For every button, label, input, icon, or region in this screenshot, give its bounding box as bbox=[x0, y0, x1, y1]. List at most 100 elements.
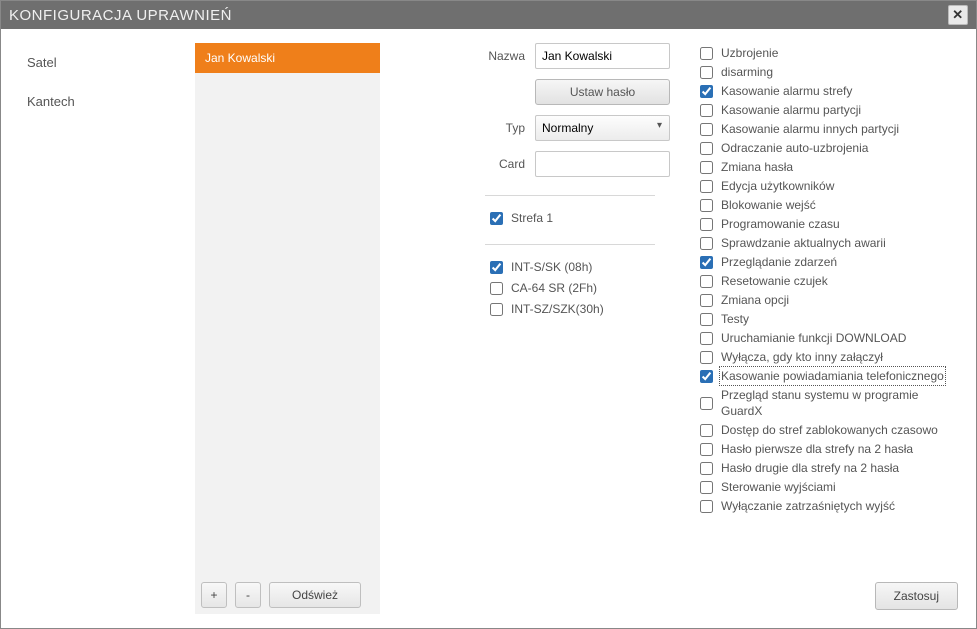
divider bbox=[485, 244, 655, 245]
permission-row: disarming bbox=[700, 64, 962, 80]
permission-row: Przeglądanie zdarzeń bbox=[700, 254, 962, 270]
permission-row: Kasowanie powiadamiania telefonicznego bbox=[700, 368, 962, 384]
titlebar: KONFIGURACJA UPRAWNIEŃ ✕ bbox=[1, 1, 976, 29]
zones-list: Strefa 1 bbox=[490, 210, 670, 226]
permission-checkbox[interactable] bbox=[700, 462, 713, 475]
device-label: INT-S/SK (08h) bbox=[511, 259, 592, 275]
provider-sidebar: SatelKantech bbox=[15, 43, 195, 614]
permission-row: Blokowanie wejść bbox=[700, 197, 962, 213]
permission-label: Hasło drugie dla strefy na 2 hasła bbox=[721, 460, 899, 476]
permission-label: Wyłącza, gdy kto inny załączył bbox=[721, 349, 883, 365]
permission-checkbox[interactable] bbox=[700, 424, 713, 437]
dialog-body: SatelKantech Jan Kowalski + - Odśwież Na… bbox=[1, 29, 976, 628]
permission-label: Uruchamianie funkcji DOWNLOAD bbox=[721, 330, 906, 346]
permission-label: Programowanie czasu bbox=[721, 216, 840, 232]
permission-row: Programowanie czasu bbox=[700, 216, 962, 232]
set-password-button[interactable]: Ustaw hasło bbox=[535, 79, 670, 105]
device-checkbox[interactable] bbox=[490, 282, 503, 295]
permission-label: disarming bbox=[721, 64, 773, 80]
users-list: Jan Kowalski bbox=[195, 43, 380, 576]
permission-row: Testy bbox=[700, 311, 962, 327]
permission-checkbox[interactable] bbox=[700, 161, 713, 174]
permission-row: Uzbrojenie bbox=[700, 45, 962, 61]
device-label: CA-64 SR (2Fh) bbox=[511, 280, 597, 296]
device-checkbox[interactable] bbox=[490, 261, 503, 274]
name-input[interactable] bbox=[535, 43, 670, 69]
divider bbox=[485, 195, 655, 196]
permission-label: Kasowanie alarmu partycji bbox=[721, 102, 861, 118]
provider-item[interactable]: Satel bbox=[15, 43, 195, 82]
permission-row: Wyłącza, gdy kto inny załączył bbox=[700, 349, 962, 365]
permission-row: Zmiana opcji bbox=[700, 292, 962, 308]
permission-row: Kasowanie alarmu strefy bbox=[700, 83, 962, 99]
card-input[interactable] bbox=[535, 151, 670, 177]
device-checkbox[interactable] bbox=[490, 303, 503, 316]
permission-checkbox[interactable] bbox=[700, 313, 713, 326]
permission-row: Zmiana hasła bbox=[700, 159, 962, 175]
user-form: Nazwa Ustaw hasło Typ Normalny bbox=[420, 43, 670, 578]
permission-row: Sprawdzanie aktualnych awarii bbox=[700, 235, 962, 251]
add-user-button[interactable]: + bbox=[201, 582, 227, 608]
remove-user-button[interactable]: - bbox=[235, 582, 261, 608]
zone-label: Strefa 1 bbox=[511, 210, 553, 226]
provider-item[interactable]: Kantech bbox=[15, 82, 195, 121]
type-select[interactable]: Normalny bbox=[535, 115, 670, 141]
device-row: CA-64 SR (2Fh) bbox=[490, 280, 670, 296]
permission-checkbox[interactable] bbox=[700, 180, 713, 193]
devices-list: INT-S/SK (08h) CA-64 SR (2Fh) INT-SZ/SZK(3… bbox=[490, 259, 670, 317]
permission-row: Uruchamianie funkcji DOWNLOAD bbox=[700, 330, 962, 346]
device-label: INT-SZ/SZK(30h) bbox=[511, 301, 604, 317]
permission-checkbox[interactable] bbox=[700, 142, 713, 155]
permission-label: Blokowanie wejść bbox=[721, 197, 816, 213]
permission-checkbox[interactable] bbox=[700, 332, 713, 345]
type-label: Typ bbox=[506, 121, 525, 135]
permission-label: Dostęp do stref zablokowanych czasowo bbox=[721, 422, 938, 438]
permission-row: Hasło pierwsze dla strefy na 2 hasła bbox=[700, 441, 962, 457]
permission-label: Przegląd stanu systemu w programie Guard… bbox=[721, 387, 962, 419]
permission-checkbox[interactable] bbox=[700, 443, 713, 456]
permission-checkbox[interactable] bbox=[700, 199, 713, 212]
permission-checkbox[interactable] bbox=[700, 85, 713, 98]
permission-checkbox[interactable] bbox=[700, 47, 713, 60]
permission-label: Zmiana opcji bbox=[721, 292, 789, 308]
permission-checkbox[interactable] bbox=[700, 351, 713, 364]
permission-row: Kasowanie alarmu partycji bbox=[700, 102, 962, 118]
permission-label: Przeglądanie zdarzeń bbox=[721, 254, 837, 270]
permission-checkbox[interactable] bbox=[700, 294, 713, 307]
permission-label: Edycja użytkowników bbox=[721, 178, 834, 194]
permission-checkbox[interactable] bbox=[700, 66, 713, 79]
permission-label: Odraczanie auto-uzbrojenia bbox=[721, 140, 868, 156]
device-row: INT-SZ/SZK(30h) bbox=[490, 301, 670, 317]
zone-row: Strefa 1 bbox=[490, 210, 670, 226]
zone-checkbox[interactable] bbox=[490, 212, 503, 225]
permission-label: Sterowanie wyjściami bbox=[721, 479, 836, 495]
permission-checkbox[interactable] bbox=[700, 218, 713, 231]
permission-label: Testy bbox=[721, 311, 749, 327]
permission-label: Resetowanie czujek bbox=[721, 273, 828, 289]
window-title: KONFIGURACJA UPRAWNIEŃ bbox=[9, 7, 232, 24]
permission-checkbox[interactable] bbox=[700, 481, 713, 494]
permission-checkbox[interactable] bbox=[700, 370, 713, 383]
permission-row: Przegląd stanu systemu w programie Guard… bbox=[700, 387, 962, 419]
users-column: Jan Kowalski + - Odśwież bbox=[195, 43, 380, 614]
permission-label: Wyłączanie zatrzaśniętych wyjść bbox=[721, 498, 895, 514]
permission-checkbox[interactable] bbox=[700, 275, 713, 288]
permission-label: Kasowanie alarmu strefy bbox=[721, 83, 852, 99]
permission-checkbox[interactable] bbox=[700, 123, 713, 136]
permission-checkbox[interactable] bbox=[700, 104, 713, 117]
close-icon: ✕ bbox=[952, 7, 963, 23]
permission-checkbox[interactable] bbox=[700, 237, 713, 250]
users-toolbar: + - Odśwież bbox=[195, 576, 380, 614]
permissions-config-window: KONFIGURACJA UPRAWNIEŃ ✕ SatelKantech Ja… bbox=[0, 0, 977, 629]
content-area: Nazwa Ustaw hasło Typ Normalny bbox=[380, 43, 962, 614]
user-item[interactable]: Jan Kowalski bbox=[195, 43, 380, 73]
close-button[interactable]: ✕ bbox=[948, 5, 968, 25]
permission-checkbox[interactable] bbox=[700, 500, 713, 513]
permission-checkbox[interactable] bbox=[700, 397, 713, 410]
permission-row: Wyłączanie zatrzaśniętych wyjść bbox=[700, 498, 962, 514]
apply-button[interactable]: Zastosuj bbox=[875, 582, 958, 610]
permission-row: Sterowanie wyjściami bbox=[700, 479, 962, 495]
permission-checkbox[interactable] bbox=[700, 256, 713, 269]
refresh-button[interactable]: Odśwież bbox=[269, 582, 361, 608]
permission-row: Resetowanie czujek bbox=[700, 273, 962, 289]
